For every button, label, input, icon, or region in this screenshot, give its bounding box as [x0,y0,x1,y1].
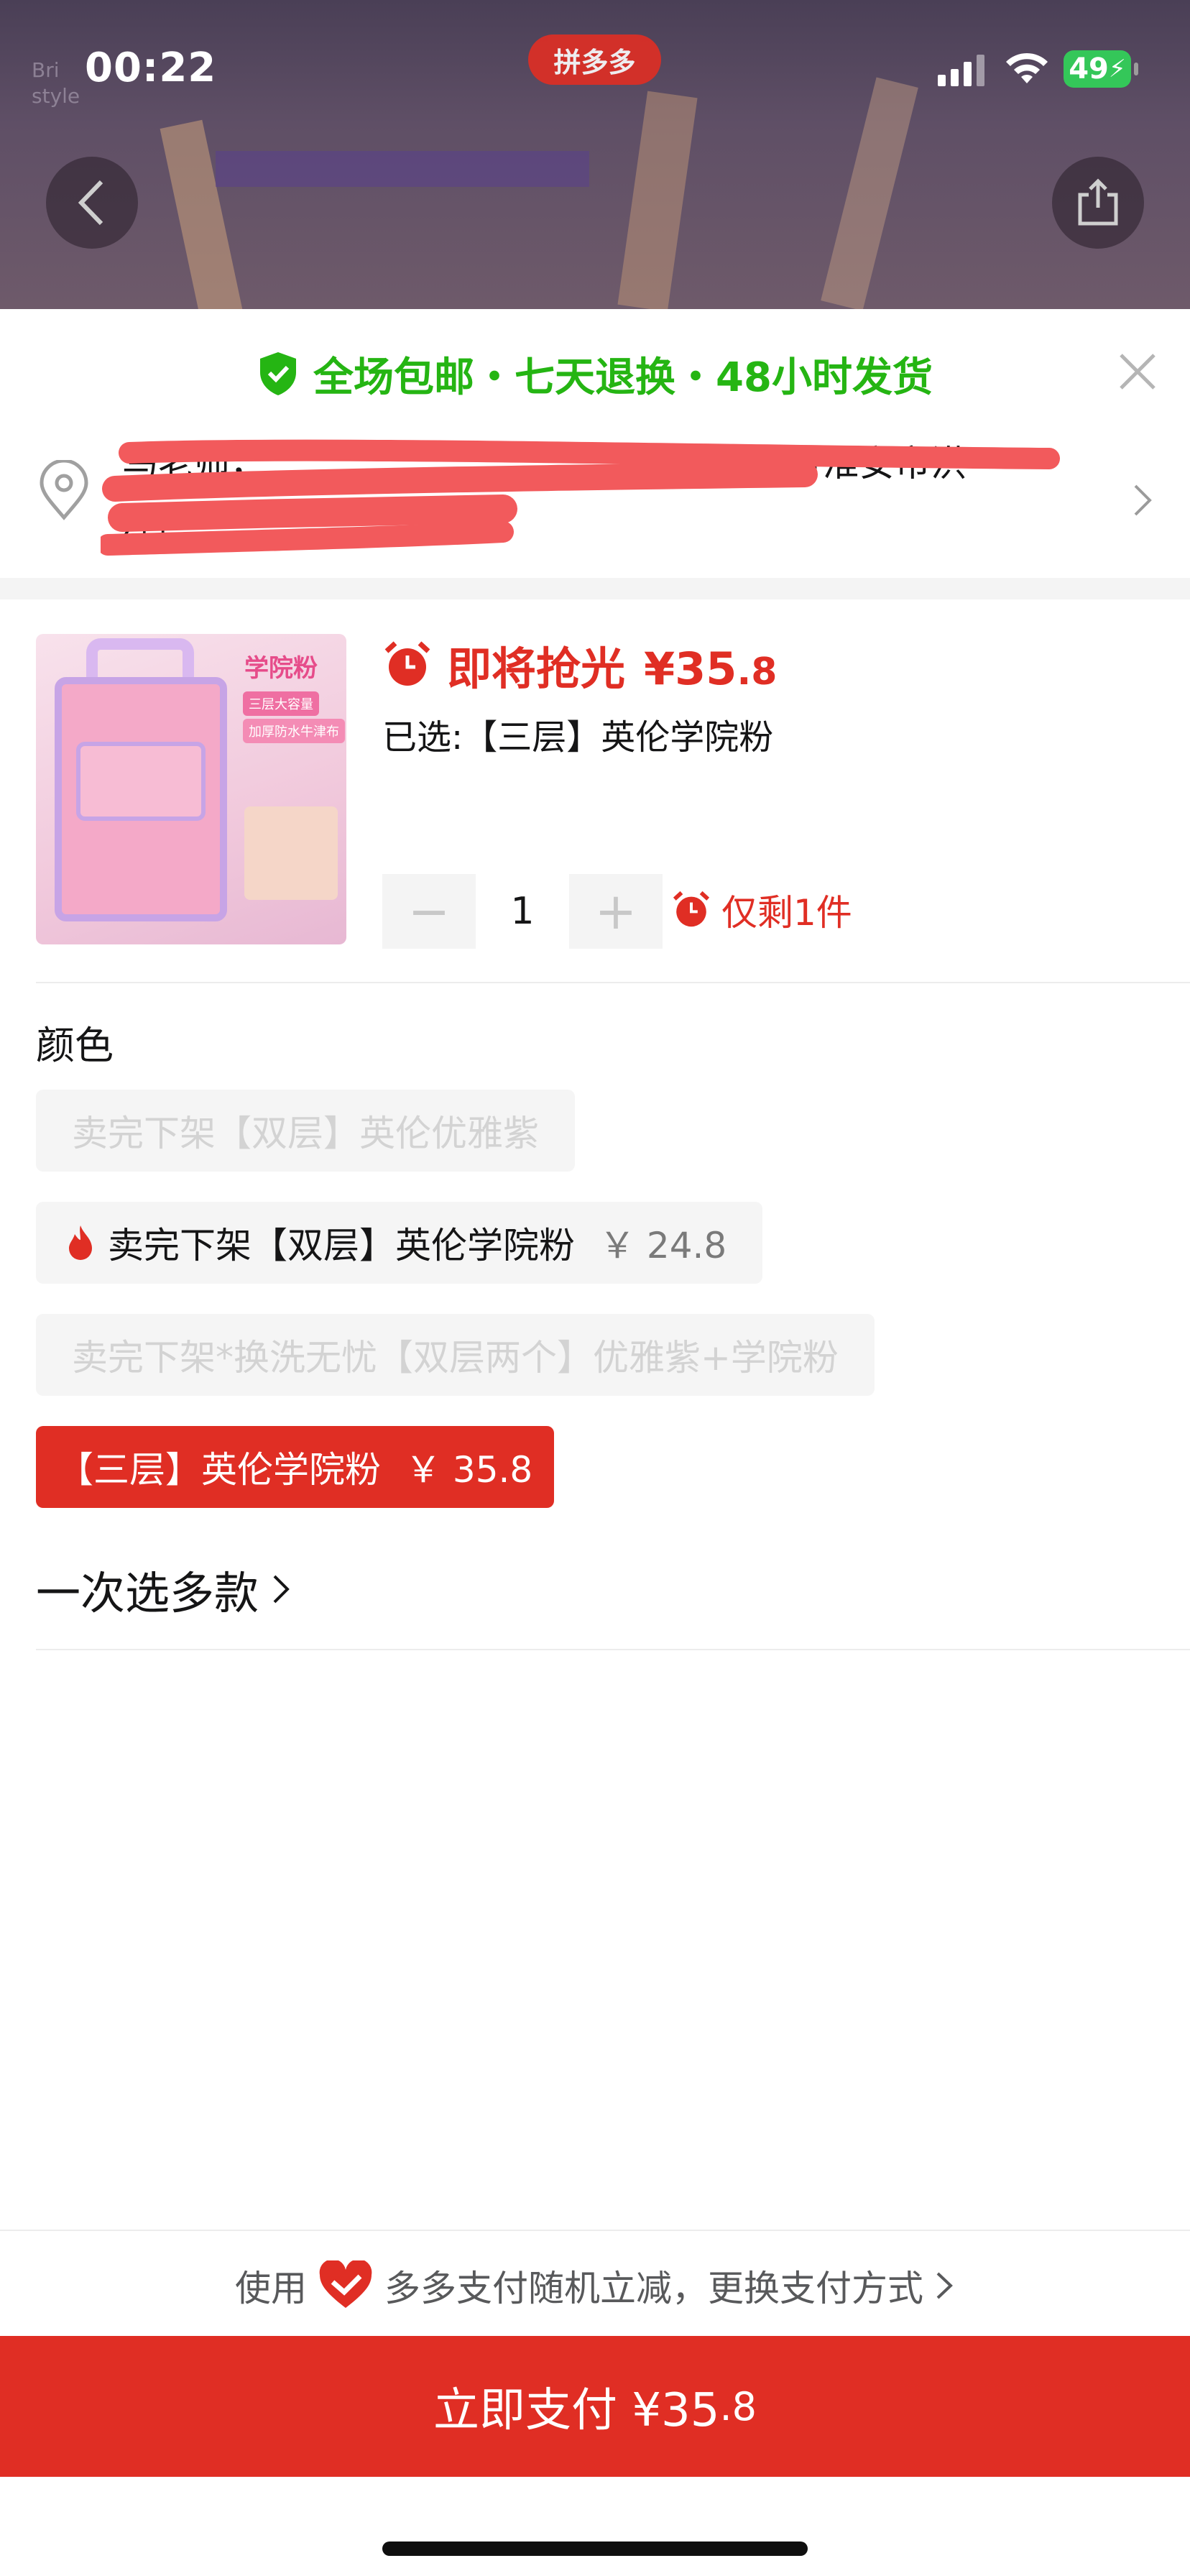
bg-decoration [617,91,698,309]
section-divider [0,578,1190,599]
pay-button-decimal: .8 [719,2383,757,2429]
price-main: 35 [675,643,737,695]
promo-text: 全场包邮・七天退换・48小时发货 [313,354,933,401]
product-thumbnail[interactable]: 学院粉 三层大容量 加厚防水牛津布 [36,634,346,944]
color-section-label: 颜色 [36,1023,114,1068]
option-label: 【三层】英伦学院粉 [57,1449,381,1491]
selected-variant: 已选:【三层】英伦学院粉 [382,709,773,759]
remaining-text: 仅剩1件 [721,892,852,934]
wifi-icon [1006,52,1048,83]
option-price: ￥ 35.8 [405,1449,533,1491]
bg-decoration [821,77,918,309]
pay-tip-prefix: 使用 [235,2268,307,2309]
chevron-right-icon [273,1575,290,1604]
divider [0,2230,1190,2231]
bg-decoration [216,151,589,187]
increment-button[interactable]: + [569,874,663,949]
signal-icon [938,55,984,86]
divider [36,1649,1190,1650]
thumb-flap [76,742,206,821]
shield-check-icon [260,352,297,395]
selected-prefix: 已选: [382,717,463,758]
thumb-tag: 加厚防水牛津布 [243,719,345,743]
multi-select-link[interactable]: 一次选多款 [36,1557,293,1622]
home-indicator[interactable] [382,2542,808,2556]
bg-decoration [160,119,243,309]
divider [36,982,1190,983]
pay-now-button[interactable]: 立即支付 ¥35.8 [0,2336,1190,2477]
thumb-title: 学院粉 [244,654,318,683]
selected-value: 【三层】英伦学院粉 [463,717,774,758]
status-time: 00:22 [85,45,217,91]
thumb-books [244,806,338,900]
brand-text: Bri style [32,58,80,108]
price-decimal: .8 [737,650,778,694]
option-price: ￥ 24.8 [599,1225,727,1266]
alarm-clock-icon [673,891,710,927]
payment-method-tip[interactable]: 使用 多多支付随机立减，更换支付方式 [0,2250,1190,2322]
battery-level: 49 [1069,52,1109,86]
duoduo-pay-heart-icon [319,2260,372,2308]
back-button[interactable] [46,157,138,249]
quantity-value[interactable]: 1 [476,890,569,933]
promo-banner: 全场包邮・七天退换・48小时发货 [0,338,1190,410]
option-label: 卖完下架【双层】英伦学院粉 [108,1225,575,1266]
thumb-tag: 三层大容量 [243,691,319,716]
quantity-stepper: − 1 + [382,874,663,949]
color-option[interactable]: 卖完下架【双层】英伦学院粉 ￥ 24.8 [36,1202,763,1284]
stock-remaining: 仅剩1件 [671,884,852,936]
close-icon[interactable] [1112,346,1163,397]
price-currency: ¥ [644,643,675,695]
location-pin-icon [40,460,88,520]
pay-button-label: 立即支付 ¥35 [433,2384,720,2437]
redaction-scribble [101,439,1060,556]
color-option-disabled[interactable]: 卖完下架【双层】英伦优雅紫 [36,1090,575,1172]
sku-panel: 全场包邮・七天退换・48小时发货 马老师， 省淮安市洪泽区 学院粉 三层大容量 … [0,309,1190,2576]
multi-select-label: 一次选多款 [36,1567,259,1619]
share-icon [1078,178,1118,226]
color-option-selected[interactable]: 【三层】英伦学院粉 ￥ 35.8 [36,1426,555,1508]
pay-tip-text: 多多支付随机立减，更换支付方式 [384,2268,923,2309]
chevron-right-icon [1134,484,1152,516]
app-badge: 拼多多 [528,34,661,85]
chevron-right-icon [936,2272,953,2299]
flash-label: 即将抢光 [447,643,626,695]
color-option-disabled[interactable]: 卖完下架*换洗无忧【双层两个】优雅紫+学院粉 [36,1314,875,1396]
battery-indicator: 49 ⚡ [1064,50,1138,88]
option-label: 卖完下架【双层】英伦优雅紫 [72,1113,539,1154]
share-button[interactable] [1052,157,1144,249]
decrement-button[interactable]: − [382,874,476,949]
fire-icon [69,1225,92,1260]
flash-sale-price: 即将抢光 ¥ 35 .8 [382,632,777,697]
option-label: 卖完下架*换洗无忧【双层两个】优雅紫+学院粉 [72,1337,839,1379]
alarm-clock-icon [384,641,430,686]
chevron-left-icon [78,180,103,226]
